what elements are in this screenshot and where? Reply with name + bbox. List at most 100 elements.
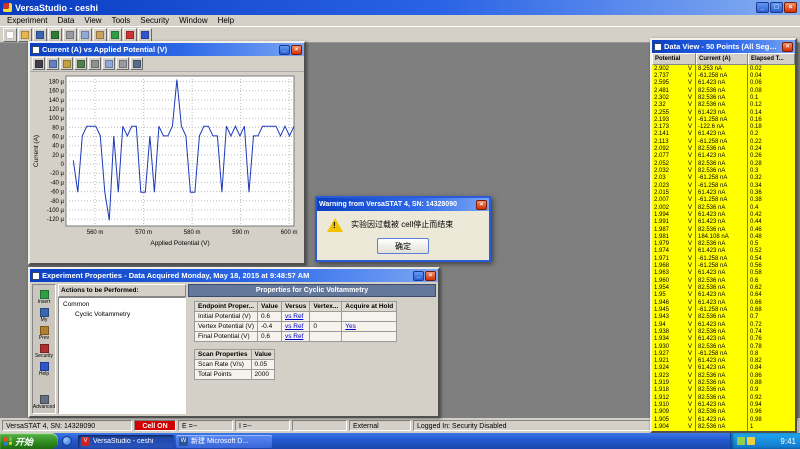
table-row[interactable]: 2.193 V -61.258 nA 0.16 <box>652 116 795 124</box>
chart-settings-button[interactable] <box>130 57 143 70</box>
data-view-titlebar[interactable]: Data View - 50 Points (All Segm... × <box>652 40 795 53</box>
stop-button[interactable] <box>123 27 137 42</box>
warning-close-button[interactable]: × <box>476 199 487 210</box>
menu-experiment[interactable]: Experiment <box>2 16 52 25</box>
table-row[interactable]: 1.971 V -61.258 nA 0.54 <box>652 255 795 263</box>
prop-cell[interactable]: 0.6 <box>257 311 282 322</box>
axes-button[interactable] <box>74 57 87 70</box>
table-row[interactable]: 1.968 V -61.258 nA 0.56 <box>652 262 795 270</box>
print-chart-button[interactable] <box>116 57 129 70</box>
export-button[interactable] <box>48 27 62 42</box>
table-row[interactable]: 1.934 V 61.423 nA 0.76 <box>652 335 795 343</box>
table-row[interactable]: 2.015 V 61.423 nA 0.36 <box>652 189 795 197</box>
chart-canvas[interactable]: 180 µ 160 µ 140 µ 120 µ 100 µ 80 µ 60 µ 40 µ 20 … <box>30 72 304 263</box>
table-row[interactable]: 2.595 V 61.423 nA 0.06 <box>652 79 795 87</box>
data-view-close-button[interactable]: × <box>782 41 793 52</box>
table-row[interactable]: 2.32 V 82.536 nA 0.12 <box>652 101 795 109</box>
chart-plot[interactable]: 180 µ 160 µ 140 µ 120 µ 100 µ 80 µ 60 µ 40 µ 20 … <box>31 72 301 258</box>
chart-minimize-button[interactable]: _ <box>279 44 290 55</box>
zoom-button[interactable] <box>46 57 59 70</box>
table-row[interactable]: 1.938 V 82.536 nA 0.74 <box>652 328 795 336</box>
pointer-button[interactable] <box>32 57 45 70</box>
menu-tools[interactable]: Tools <box>107 16 136 25</box>
table-row[interactable]: 1.918 V 82.536 nA 0.9 <box>652 386 795 395</box>
table-row[interactable]: 2.032 V 82.536 nA 0.3 <box>652 167 795 175</box>
table-row[interactable]: 1.945 V -61.258 nA 0.68 <box>652 306 795 314</box>
table-row[interactable]: 1.974 V 61.423 nA 0.52 <box>652 247 795 256</box>
table-row[interactable]: 1.991 V 61.423 nA 0.44 <box>652 218 795 226</box>
maximize-button[interactable]: □ <box>770 2 783 13</box>
table-row[interactable]: 1.924 V 61.423 nA 0.84 <box>652 364 795 373</box>
table-row[interactable]: 2.173 V -122.6 nA 0.18 <box>652 123 795 131</box>
table-row[interactable]: 1.95 V 61.423 nA 0.64 <box>652 291 795 299</box>
tray-network-icon[interactable] <box>737 437 745 445</box>
experiment-close-button[interactable]: × <box>425 270 436 281</box>
table-row[interactable]: 2.007 V -61.258 nA 0.38 <box>652 196 795 204</box>
sidebar-button-prev[interactable]: Prev <box>33 326 55 341</box>
column-header-current[interactable]: Current (A) <box>696 53 748 65</box>
table-row[interactable]: 2.03 V -61.258 nA 0.32 <box>652 174 795 182</box>
tree-item-common[interactable]: Common <box>61 301 183 308</box>
warning-dialog-titlebar[interactable]: Warning from VersaSTAT 4, SN: 14328090 × <box>317 198 489 211</box>
table-row[interactable]: 2.002 V 82.536 nA 0.4 <box>652 203 795 212</box>
sidebar-button-my[interactable]: My <box>33 308 55 323</box>
table-row[interactable]: 1.930 V 82.536 nA 0.78 <box>652 342 795 351</box>
table-row[interactable]: 1.987 V 82.536 nA 0.46 <box>652 225 795 234</box>
menu-data[interactable]: Data <box>52 16 79 25</box>
table-row[interactable]: 2.092 V 82.536 nA 0.24 <box>652 145 795 153</box>
sidebar-button-insert[interactable]: Insert <box>33 290 55 305</box>
taskbar-task-2[interactable]: W 新建 Microsoft D... <box>176 434 272 448</box>
table-row[interactable]: 2.902 V 8.253 nA 0.02 <box>652 65 795 73</box>
prop-cell[interactable]: vs Ref <box>280 321 311 332</box>
prop-cell[interactable]: Yes <box>341 321 398 332</box>
menu-window[interactable]: Window <box>174 16 212 25</box>
table-row[interactable]: 1.912 V 82.536 nA 0.92 <box>652 394 795 402</box>
internet-explorer-icon[interactable] <box>62 436 72 446</box>
sidebar-button-help[interactable]: Help <box>33 362 55 377</box>
table-row[interactable]: 1.910 V 61.423 nA 0.94 <box>652 401 795 409</box>
table-row[interactable]: 2.077 V 61.423 nA 0.26 <box>652 152 795 161</box>
table-row[interactable]: 2.255 V 61.423 nA 0.14 <box>652 108 795 117</box>
table-row[interactable]: 1.981 V 184.108 nA 0.48 <box>652 233 795 241</box>
sidebar-button-security[interactable]: Security <box>33 344 55 359</box>
table-row[interactable]: 1.921 V 61.423 nA 0.82 <box>652 357 795 365</box>
app-titlebar[interactable]: VersaStudio - ceshi _ □ × <box>0 0 800 15</box>
menu-help[interactable]: Help <box>213 16 239 25</box>
table-row[interactable]: 1.960 V 82.536 nA 0.6 <box>652 277 795 285</box>
experiment-minimize-button[interactable]: _ <box>413 270 424 281</box>
start-button[interactable]: 开始 <box>0 433 58 449</box>
save-button[interactable] <box>33 27 47 42</box>
ok-button[interactable]: 确定 <box>377 238 429 254</box>
table-row[interactable]: 1.927 V -61.258 nA 0.8 <box>652 350 795 358</box>
print-button[interactable] <box>63 27 77 42</box>
table-row[interactable]: 2.052 V 82.536 nA 0.28 <box>652 160 795 168</box>
column-header-potential[interactable]: Potential <box>652 53 696 65</box>
run-button[interactable] <box>108 27 122 42</box>
table-row[interactable]: 1.905 V 61.423 nA 0.98 <box>652 416 795 424</box>
minimize-button[interactable]: _ <box>756 2 769 13</box>
prop-cell[interactable]: 0.05 <box>250 359 276 370</box>
chart-close-button[interactable]: × <box>291 44 302 55</box>
tray-volume-icon[interactable] <box>747 437 755 445</box>
experiment-window-titlebar[interactable]: Experiment Properties - Data Acquired Mo… <box>30 269 438 282</box>
table-row[interactable]: 1.943 V 82.536 nA 0.7 <box>652 313 795 321</box>
table-row[interactable]: 1.909 V 82.536 nA 0.96 <box>652 408 795 416</box>
pan-button[interactable] <box>60 57 73 70</box>
table-row[interactable]: 2.113 V -61.258 nA 0.22 <box>652 138 795 146</box>
prop-cell[interactable]: vs Ref <box>280 331 311 342</box>
table-row[interactable]: 2.023 V -61.258 nA 0.34 <box>652 182 795 190</box>
sidebar-button-advanced[interactable]: Advanced <box>33 395 55 410</box>
prop-cell[interactable]: 0 <box>309 321 343 332</box>
table-row[interactable]: 1.904 V 82.536 nA 1 <box>652 423 795 431</box>
column-header-elapsed[interactable]: Elapsed T... <box>748 53 795 65</box>
table-row[interactable]: 2.141 V 61.423 nA 0.2 <box>652 130 795 139</box>
copy-button[interactable] <box>78 27 92 42</box>
help-button[interactable] <box>138 27 152 42</box>
new-button[interactable] <box>3 27 17 42</box>
prop-cell[interactable]: vs Ref <box>280 311 311 322</box>
menu-view[interactable]: View <box>79 16 106 25</box>
table-row[interactable]: 2.302 V 82.536 nA 0.1 <box>652 94 795 102</box>
prop-cell[interactable]: 2000 <box>250 369 276 380</box>
table-row[interactable]: 1.979 V 82.536 nA 0.5 <box>652 240 795 248</box>
table-row[interactable]: 2.481 V 82.536 nA 0.08 <box>652 86 795 95</box>
